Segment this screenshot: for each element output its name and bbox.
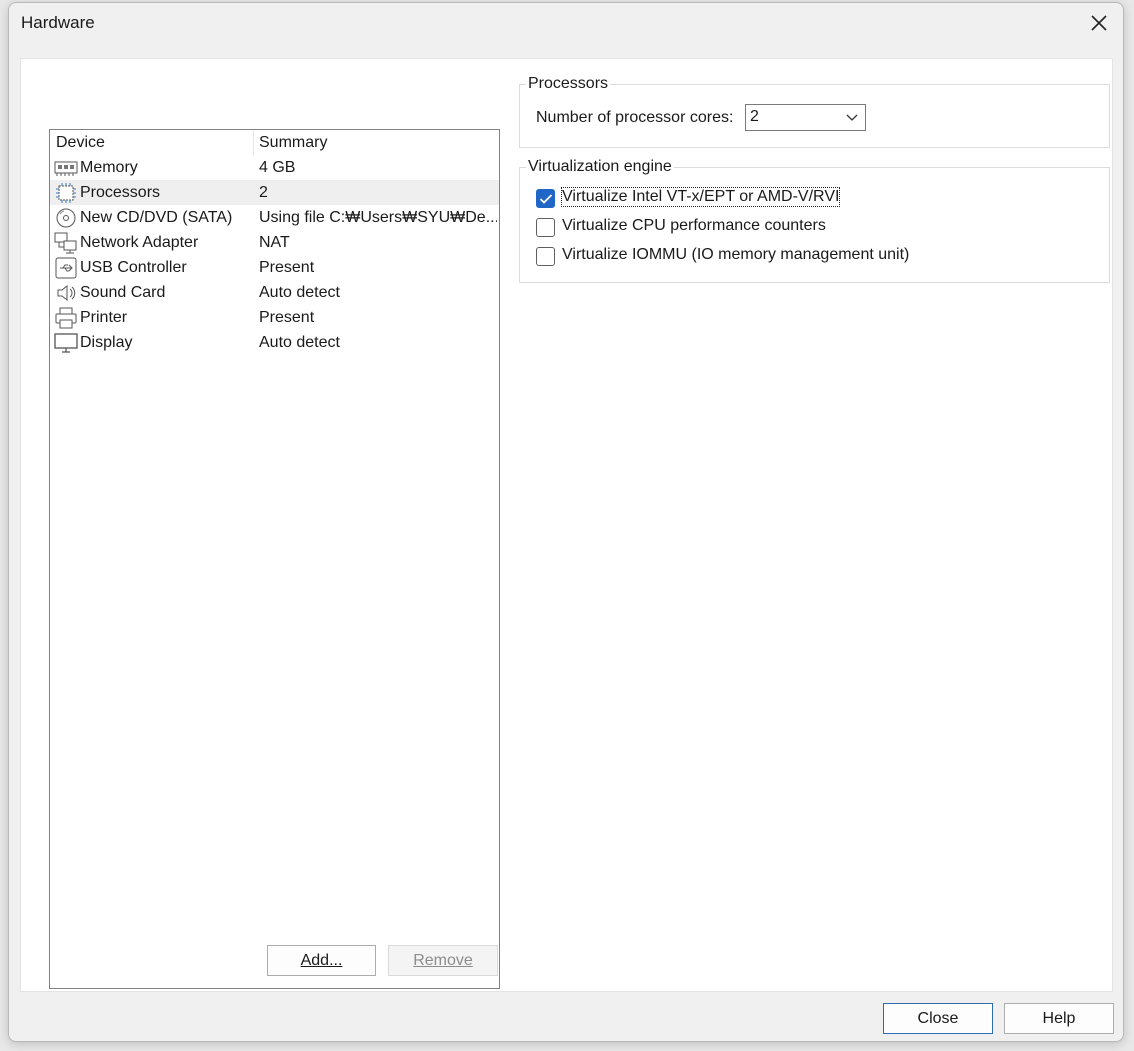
device-list[interactable]: Device Summary Memory 4 GB Processors 2 … [49,129,500,989]
memory-icon [54,157,78,179]
device-row-network-adapter[interactable]: Network Adapter NAT [50,230,499,255]
network-adapter-icon [54,232,78,254]
device-row-cd-dvd[interactable]: New CD/DVD (SATA) Using file C:₩Users₩SY… [50,205,499,230]
printer-icon [54,307,78,329]
close-button[interactable]: Close [883,1003,993,1034]
monitor-icon [54,332,78,354]
processor-cores-select[interactable]: 2 [745,104,866,131]
device-row-processors[interactable]: Processors 2 [50,180,499,205]
cpu-perf-counters-checkbox[interactable] [536,218,555,237]
column-header-summary[interactable]: Summary [259,134,327,152]
cpu-perf-counters-label: Virtualize CPU performance counters [562,217,826,234]
column-divider[interactable] [253,130,254,155]
cd-dvd-icon [54,207,78,229]
device-row-display[interactable]: Display Auto detect [50,330,499,355]
chevron-down-icon [846,114,858,121]
processor-cores-label: Number of processor cores: [536,109,734,126]
device-row-printer[interactable]: Printer Present [50,305,499,330]
virtualization-group-title: Virtualization engine [526,158,674,176]
dialog-title: Hardware [21,13,95,32]
close-icon [1091,15,1107,31]
iommu-checkbox[interactable] [536,247,555,266]
speaker-icon [54,282,78,304]
remove-device-button[interactable]: Remove [388,945,498,976]
device-row-memory[interactable]: Memory 4 GB [50,155,499,180]
processors-group: Processors Number of processor cores: 2 [519,75,1110,148]
help-button[interactable]: Help [1004,1003,1114,1034]
checkmark-icon [539,194,553,204]
processor-icon [54,182,78,204]
vtx-ept-label: Virtualize Intel VT-x/EPT or AMD-V/RVI [560,187,841,207]
title-bar: Hardware [9,3,1123,45]
virtualization-engine-group: Virtualization engine Virtualize Intel V… [519,158,1110,283]
settings-panel: Device Summary Memory 4 GB Processors 2 … [20,58,1113,992]
list-header: Device Summary [50,130,499,155]
device-row-sound-card[interactable]: Sound Card Auto detect [50,280,499,305]
iommu-label: Virtualize IOMMU (IO memory management u… [562,246,910,263]
device-row-usb-controller[interactable]: USB Controller Present [50,255,499,280]
processors-group-title: Processors [526,75,611,93]
add-device-button[interactable]: Add... [267,945,376,976]
close-window-button[interactable] [1083,7,1115,39]
vtx-ept-checkbox[interactable] [536,189,555,208]
column-header-device[interactable]: Device [56,134,105,152]
hardware-dialog: Hardware Device Summary Memory 4 GB Proc… [8,2,1124,1042]
usb-icon [54,257,78,279]
